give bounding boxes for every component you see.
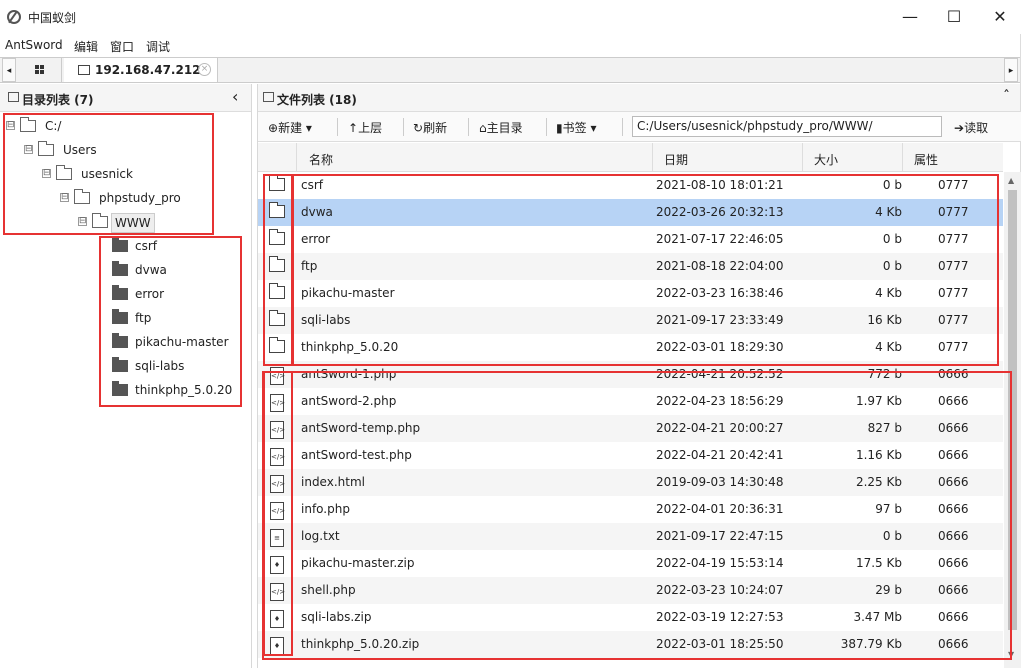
new-button[interactable]: ⊕新建 ▾: [268, 119, 312, 136]
dropdown-icon: ▾: [590, 121, 597, 135]
directory-panel-title: 目录列表 (7): [22, 93, 94, 107]
annotation-box: [3, 113, 214, 235]
antsword-window: 中国蚁剑 — ☐ ✕ AntSword 编辑 窗口 调试 ◂ 192.168.4…: [0, 0, 1029, 668]
column-mode[interactable]: 属性: [914, 151, 938, 168]
tab-scroll-right-icon[interactable]: ▸: [1004, 58, 1018, 82]
home-icon: ⌂: [479, 121, 487, 135]
folder-icon: [263, 92, 274, 102]
file-panel-title: 文件列表 (18): [277, 93, 357, 107]
annotation-box: [99, 236, 242, 407]
tab-close-icon[interactable]: ×: [198, 63, 211, 76]
annotation-box: [263, 174, 293, 366]
bookmark-button[interactable]: ▮书签 ▾: [556, 119, 596, 136]
column-size[interactable]: 大小: [814, 151, 838, 168]
toolbar-divider: [622, 118, 623, 136]
directory-panel-header: 目录列表 (7) ‹: [0, 84, 251, 112]
plus-icon: ⊕: [268, 121, 279, 135]
maximize-button[interactable]: ☐: [931, 6, 977, 30]
tab-label: 192.168.47.212: [95, 63, 201, 77]
window-edge-scrollbar: [1020, 34, 1029, 668]
close-button[interactable]: ✕: [977, 6, 1023, 30]
file-table-header: 名称 日期 大小 属性: [258, 143, 1003, 172]
up-button[interactable]: ↑上层: [348, 119, 382, 136]
annotation-box: [292, 174, 999, 366]
file-toolbar: ⊕新建 ▾ ↑上层 ↻刷新 ⌂主目录 ▮书签 ▾ C:/Users/usesni…: [258, 112, 1021, 142]
menu-debug[interactable]: 调试: [146, 38, 170, 55]
tab-scroll-left-icon[interactable]: ◂: [2, 58, 16, 82]
collapse-up-icon[interactable]: ˆ: [1003, 89, 1010, 105]
file-panel: 文件列表 (18) ˆ ⊕新建 ▾ ↑上层 ↻刷新 ⌂主目录 ▮书签 ▾ C:/…: [257, 84, 1021, 668]
home-button[interactable]: ⌂主目录: [479, 119, 523, 136]
window-title: 中国蚁剑: [28, 11, 77, 25]
arrow-right-icon: ➔: [954, 121, 965, 135]
title-bar: 中国蚁剑 — ☐ ✕: [0, 0, 1029, 34]
toolbar-divider: [468, 118, 469, 136]
folder-icon: [8, 92, 19, 102]
menu-window[interactable]: 窗口: [110, 38, 134, 55]
menu-antsword[interactable]: AntSword: [5, 38, 63, 52]
tab-shell-session[interactable]: 192.168.47.212 ×: [64, 58, 218, 82]
column-date[interactable]: 日期: [664, 151, 688, 168]
tab-bar: ◂ 192.168.47.212 × ▸: [0, 57, 1020, 83]
menu-edit[interactable]: 编辑: [74, 38, 98, 55]
annotation-box: [262, 371, 1012, 660]
directory-panel: 目录列表 (7) ‹ ⊟ C:/ ⊟ Users ⊟ usesnick ⊟ ph…: [0, 84, 252, 668]
folder-icon: [78, 65, 90, 75]
toolbar-divider: [546, 118, 547, 136]
path-input[interactable]: C:/Users/usesnick/phpstudy_pro/WWW/: [632, 116, 942, 137]
collapse-left-icon[interactable]: ‹: [232, 87, 238, 106]
column-name[interactable]: 名称: [309, 151, 333, 168]
minimize-button[interactable]: —: [887, 6, 933, 30]
arrow-up-icon: ↑: [348, 121, 359, 135]
scroll-up-icon[interactable]: ▲: [1008, 176, 1014, 185]
refresh-icon: ↻: [413, 121, 424, 135]
dropdown-icon: ▾: [305, 121, 312, 135]
refresh-button[interactable]: ↻刷新: [413, 119, 447, 136]
toolbar-divider: [337, 118, 338, 136]
tab-home-grid-icon[interactable]: [18, 58, 62, 82]
bookmark-icon: ▮: [556, 121, 563, 135]
menu-bar: AntSword 编辑 窗口 调试: [0, 34, 1029, 56]
toolbar-divider: [403, 118, 404, 136]
read-button[interactable]: ➔读取: [954, 119, 988, 136]
file-panel-header: 文件列表 (18) ˆ: [258, 84, 1020, 112]
antsword-logo-icon: [7, 10, 21, 24]
